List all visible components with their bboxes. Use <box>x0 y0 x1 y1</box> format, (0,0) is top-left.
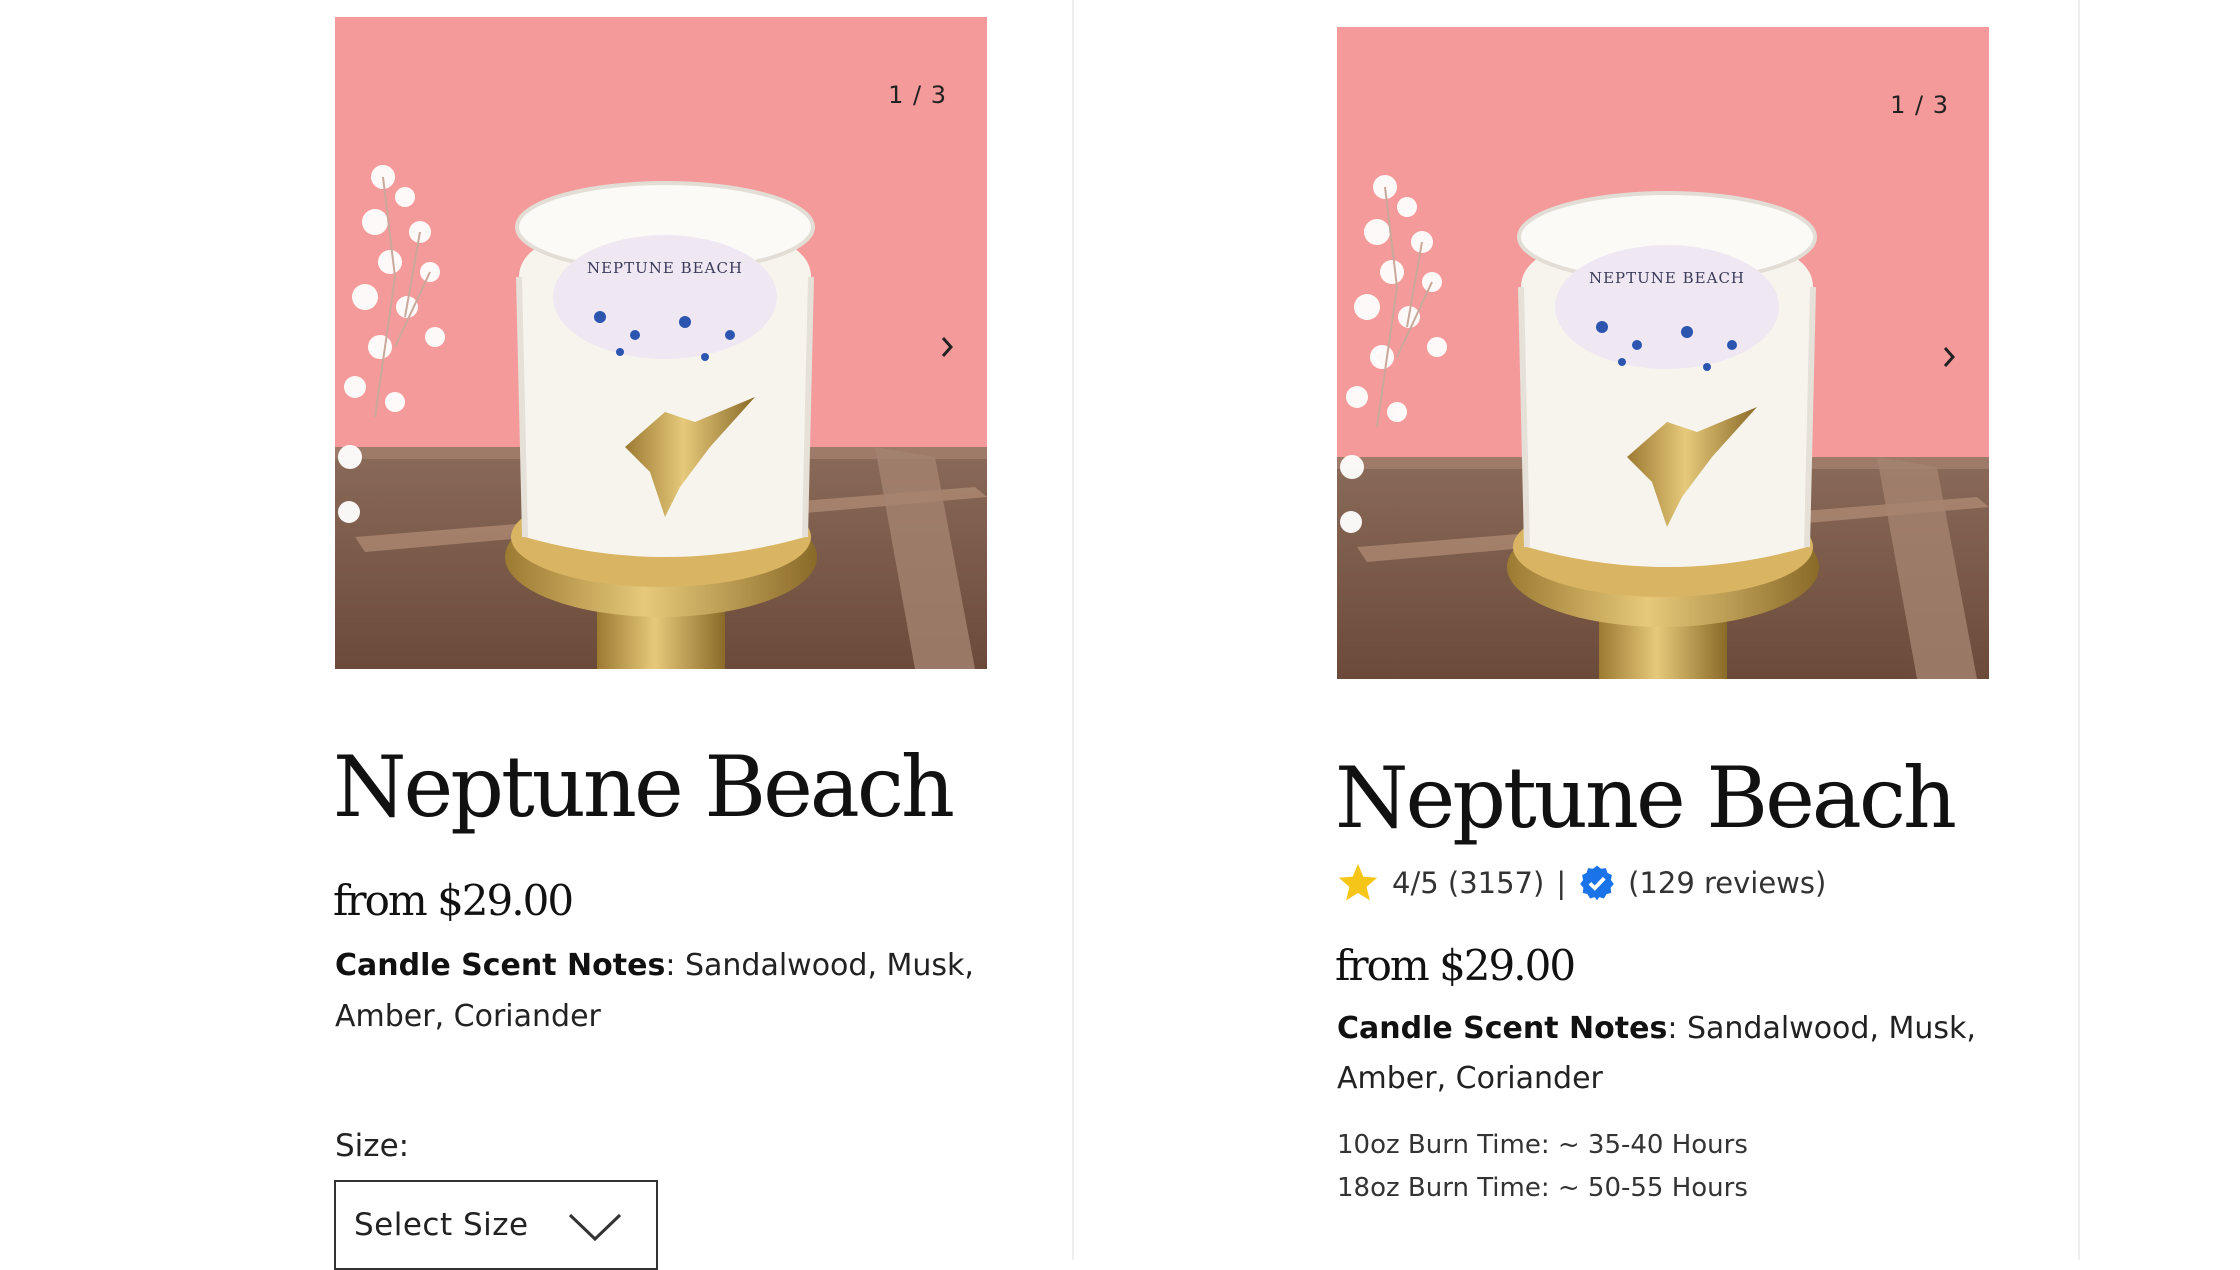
product-image-carousel[interactable]: NEPTUNE BEACH 1 / 3 <box>335 17 987 669</box>
carousel-next-button[interactable] <box>929 329 965 365</box>
burn-time-18oz: 18oz Burn Time: ~ 50-55 Hours <box>1337 1173 1748 1203</box>
product-price: from $29.00 <box>1335 941 1576 990</box>
product-image-carousel[interactable]: NEPTUNE BEACH 1 / 3 <box>1337 27 1989 679</box>
rating-separator: | <box>1556 866 1567 900</box>
chevron-down-icon <box>568 1213 622 1242</box>
scent-notes-label: Candle Scent Notes <box>335 948 666 983</box>
column-divider <box>2078 0 2080 1260</box>
scent-notes-colon: : <box>1667 1011 1678 1046</box>
verified-badge-icon <box>1580 865 1614 901</box>
rating-value: 4/5 (3157) <box>1392 866 1545 900</box>
product-photo: NEPTUNE BEACH <box>335 17 987 669</box>
reviews-link[interactable]: (129 reviews) <box>1628 866 1826 900</box>
image-candle-label: NEPTUNE BEACH <box>587 259 743 277</box>
slide-counter: 1 / 3 <box>888 81 947 109</box>
column-divider <box>1072 0 1074 1260</box>
carousel-next-button[interactable] <box>1931 339 1967 375</box>
scent-notes: Candle Scent Notes: Sandalwood, Musk, Am… <box>1337 1004 2017 1104</box>
size-select[interactable]: Select Size <box>334 1180 658 1270</box>
size-select-value: Select Size <box>354 1207 529 1243</box>
product-title[interactable]: Neptune Beach <box>1335 756 1957 840</box>
chevron-right-icon <box>941 337 954 357</box>
product-title[interactable]: Neptune Beach <box>333 745 955 829</box>
chevron-left-icon <box>1370 347 1383 367</box>
carousel-prev-button[interactable] <box>357 329 393 365</box>
image-candle-label: NEPTUNE BEACH <box>1589 269 1745 287</box>
chevron-left-icon <box>368 337 381 357</box>
star-icon <box>1338 863 1378 901</box>
product-photo: NEPTUNE BEACH <box>1337 27 1989 679</box>
rating-row[interactable]: 4/5 (3157) | (129 reviews) <box>1336 862 1826 904</box>
scent-notes-label: Candle Scent Notes <box>1337 1011 1668 1046</box>
size-label: Size: <box>335 1128 410 1164</box>
product-price: from $29.00 <box>333 876 574 925</box>
burn-time-10oz: 10oz Burn Time: ~ 35-40 Hours <box>1337 1130 1748 1160</box>
carousel-prev-button[interactable] <box>1359 339 1395 375</box>
scent-notes-colon: : <box>665 948 676 983</box>
slide-counter: 1 / 3 <box>1890 91 1949 119</box>
scent-notes: Candle Scent Notes: Sandalwood, Musk, Am… <box>335 940 1015 1042</box>
chevron-right-icon <box>1943 347 1956 367</box>
